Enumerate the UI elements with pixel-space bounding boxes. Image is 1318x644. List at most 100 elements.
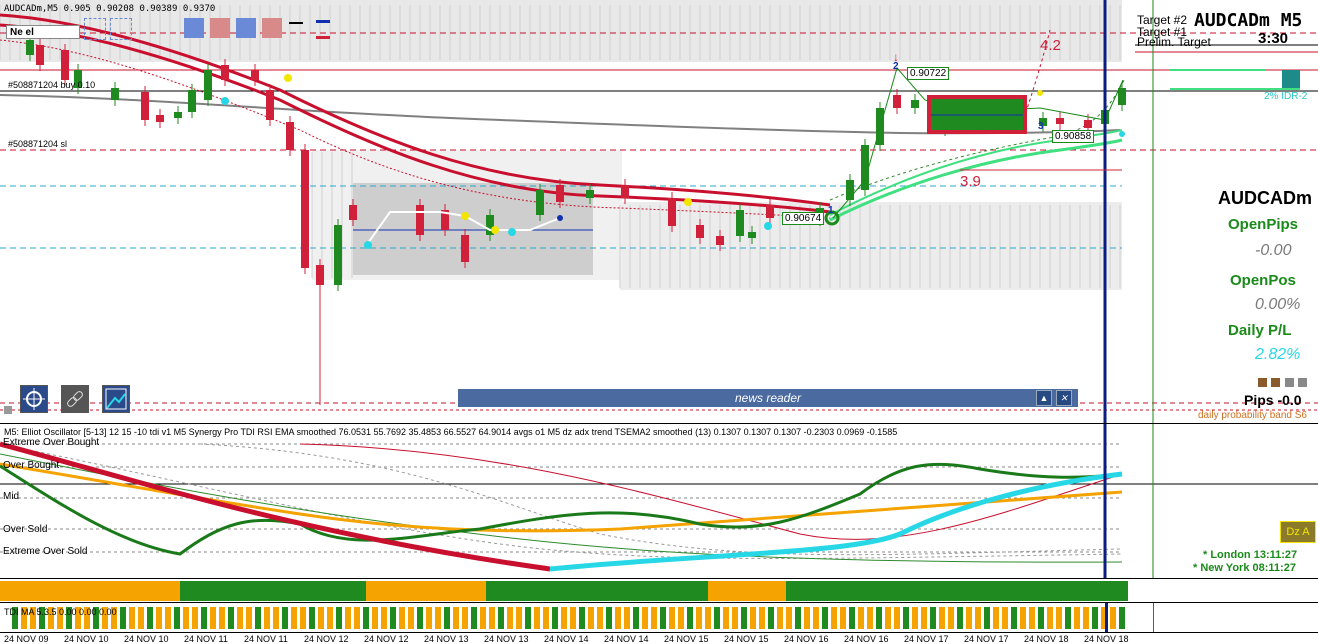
strip2-bar: [615, 607, 621, 629]
news-collapse-button[interactable]: ▲: [1036, 390, 1052, 406]
strip2-bar: [993, 607, 999, 629]
candle: [846, 180, 854, 200]
main-chart[interactable]: AUDCADm,M5 0.905 0.90208 0.90389 0.9370 …: [0, 0, 1318, 423]
strip2-bar: [246, 607, 252, 629]
strip2-bar: [750, 607, 756, 629]
symbol-header: AUDCADm,M5 0.905 0.90208 0.90389 0.9370: [4, 4, 215, 14]
cloud-right: [620, 202, 1122, 290]
news-close-button[interactable]: ✕: [1056, 390, 1072, 406]
strip2-bar: [138, 607, 144, 629]
news-reader-title: news reader: [734, 391, 802, 405]
strip2-bar: [732, 607, 738, 629]
candle: [416, 205, 424, 235]
candle: [461, 235, 469, 262]
strip2-bar: [147, 607, 153, 629]
status-dots: [1258, 374, 1308, 392]
link-button[interactable]: [61, 385, 89, 413]
candle: [301, 150, 309, 268]
strip2-bar: [642, 607, 648, 629]
crosshair-icon: [23, 388, 45, 410]
time-axis: 24 NOV 09 24 NOV 10 24 NOV 10 24 NOV 11 24 N…: [0, 632, 1318, 644]
candle: [766, 205, 774, 218]
candle: [621, 185, 629, 198]
price-tag-left: 0.90674: [782, 212, 825, 225]
strip2-bar: [858, 607, 864, 629]
strip2-bar: [840, 607, 846, 629]
strip2-bar: [417, 607, 423, 629]
small-square-icon: [4, 406, 12, 414]
daily-pl-value: 2.82%: [1255, 346, 1301, 363]
oscillator-panel[interactable]: M5: Elliot Oscillator [5-13] 12 15 -10 t…: [0, 423, 1318, 579]
strip2-bar: [327, 607, 333, 629]
over-sold-label: Over Sold: [3, 524, 48, 535]
strip2-bar: [831, 607, 837, 629]
strip2-bar: [183, 607, 189, 629]
trend-strip-1: [0, 578, 1318, 603]
ne-button[interactable]: Ne el: [6, 25, 80, 39]
candle: [36, 45, 44, 65]
candle: [586, 190, 594, 198]
candle: [26, 40, 34, 55]
strip2-bar: [795, 607, 801, 629]
candle: [1056, 118, 1064, 124]
strip2-bar: [480, 607, 486, 629]
strip2-bar: [1056, 607, 1062, 629]
news-reader-bar[interactable]: news reader ▲ ✕: [458, 389, 1078, 407]
candle: [188, 90, 196, 112]
oscillator-svg: [0, 424, 1318, 579]
strip2-bar: [300, 607, 306, 629]
strip2-bar: [453, 607, 459, 629]
strip2-bar: [1020, 607, 1026, 629]
strip2-bar: [930, 607, 936, 629]
crosshair-button[interactable]: [20, 385, 48, 413]
strip2-bar: [705, 607, 711, 629]
dz-button[interactable]: Dz A: [1280, 521, 1316, 543]
strip2-bar: [939, 607, 945, 629]
strip2-bar: [561, 607, 567, 629]
strip2-bar: [552, 607, 558, 629]
strip2-bar: [975, 607, 981, 629]
strip2-bar: [1092, 607, 1098, 629]
strip2-bar: [201, 607, 207, 629]
strip2-bar: [264, 607, 270, 629]
strip2-bar: [1011, 607, 1017, 629]
strip2-bar: [408, 607, 414, 629]
candle: [251, 70, 259, 80]
strip2-bar: [210, 607, 216, 629]
strip2-bar: [435, 607, 441, 629]
chart-image-button[interactable]: [102, 385, 130, 413]
strip2-bar: [768, 607, 774, 629]
strip2-bar: [588, 607, 594, 629]
strip2-bar: [273, 607, 279, 629]
strip2-bar: [543, 607, 549, 629]
price-tag-upper: 0.90722: [907, 67, 950, 80]
strip2-bar: [282, 607, 288, 629]
strip2-bar: [363, 607, 369, 629]
strip2-bar: [1038, 607, 1044, 629]
strip2-bar: [660, 607, 666, 629]
strip2-bar: [876, 607, 882, 629]
strip2-bar: [1083, 607, 1089, 629]
over-bought-label: Over Bought: [3, 460, 60, 471]
strip2-bar: [894, 607, 900, 629]
strip2-bar: [723, 607, 729, 629]
strip2-bar: [129, 607, 135, 629]
strip2-bar: [903, 607, 909, 629]
panel-symbol: AUDCADm: [1218, 188, 1312, 208]
strip2-bar: [714, 607, 720, 629]
strip2-bar: [624, 607, 630, 629]
strip2-bar: [489, 607, 495, 629]
strip2-bar: [390, 607, 396, 629]
candle: [286, 122, 294, 150]
strip2-bar: [579, 607, 585, 629]
strip2-bar: [633, 607, 639, 629]
strip2-bar: [696, 607, 702, 629]
strip2-bar: [777, 607, 783, 629]
pips-label: Pips -0.0: [1244, 392, 1302, 408]
strip2-bar: [606, 607, 612, 629]
dz-button-label: Dz A: [1286, 526, 1310, 538]
candle: [61, 50, 69, 80]
strip2-bar: [156, 607, 162, 629]
candle: [111, 88, 119, 100]
strip2-bar: [228, 607, 234, 629]
